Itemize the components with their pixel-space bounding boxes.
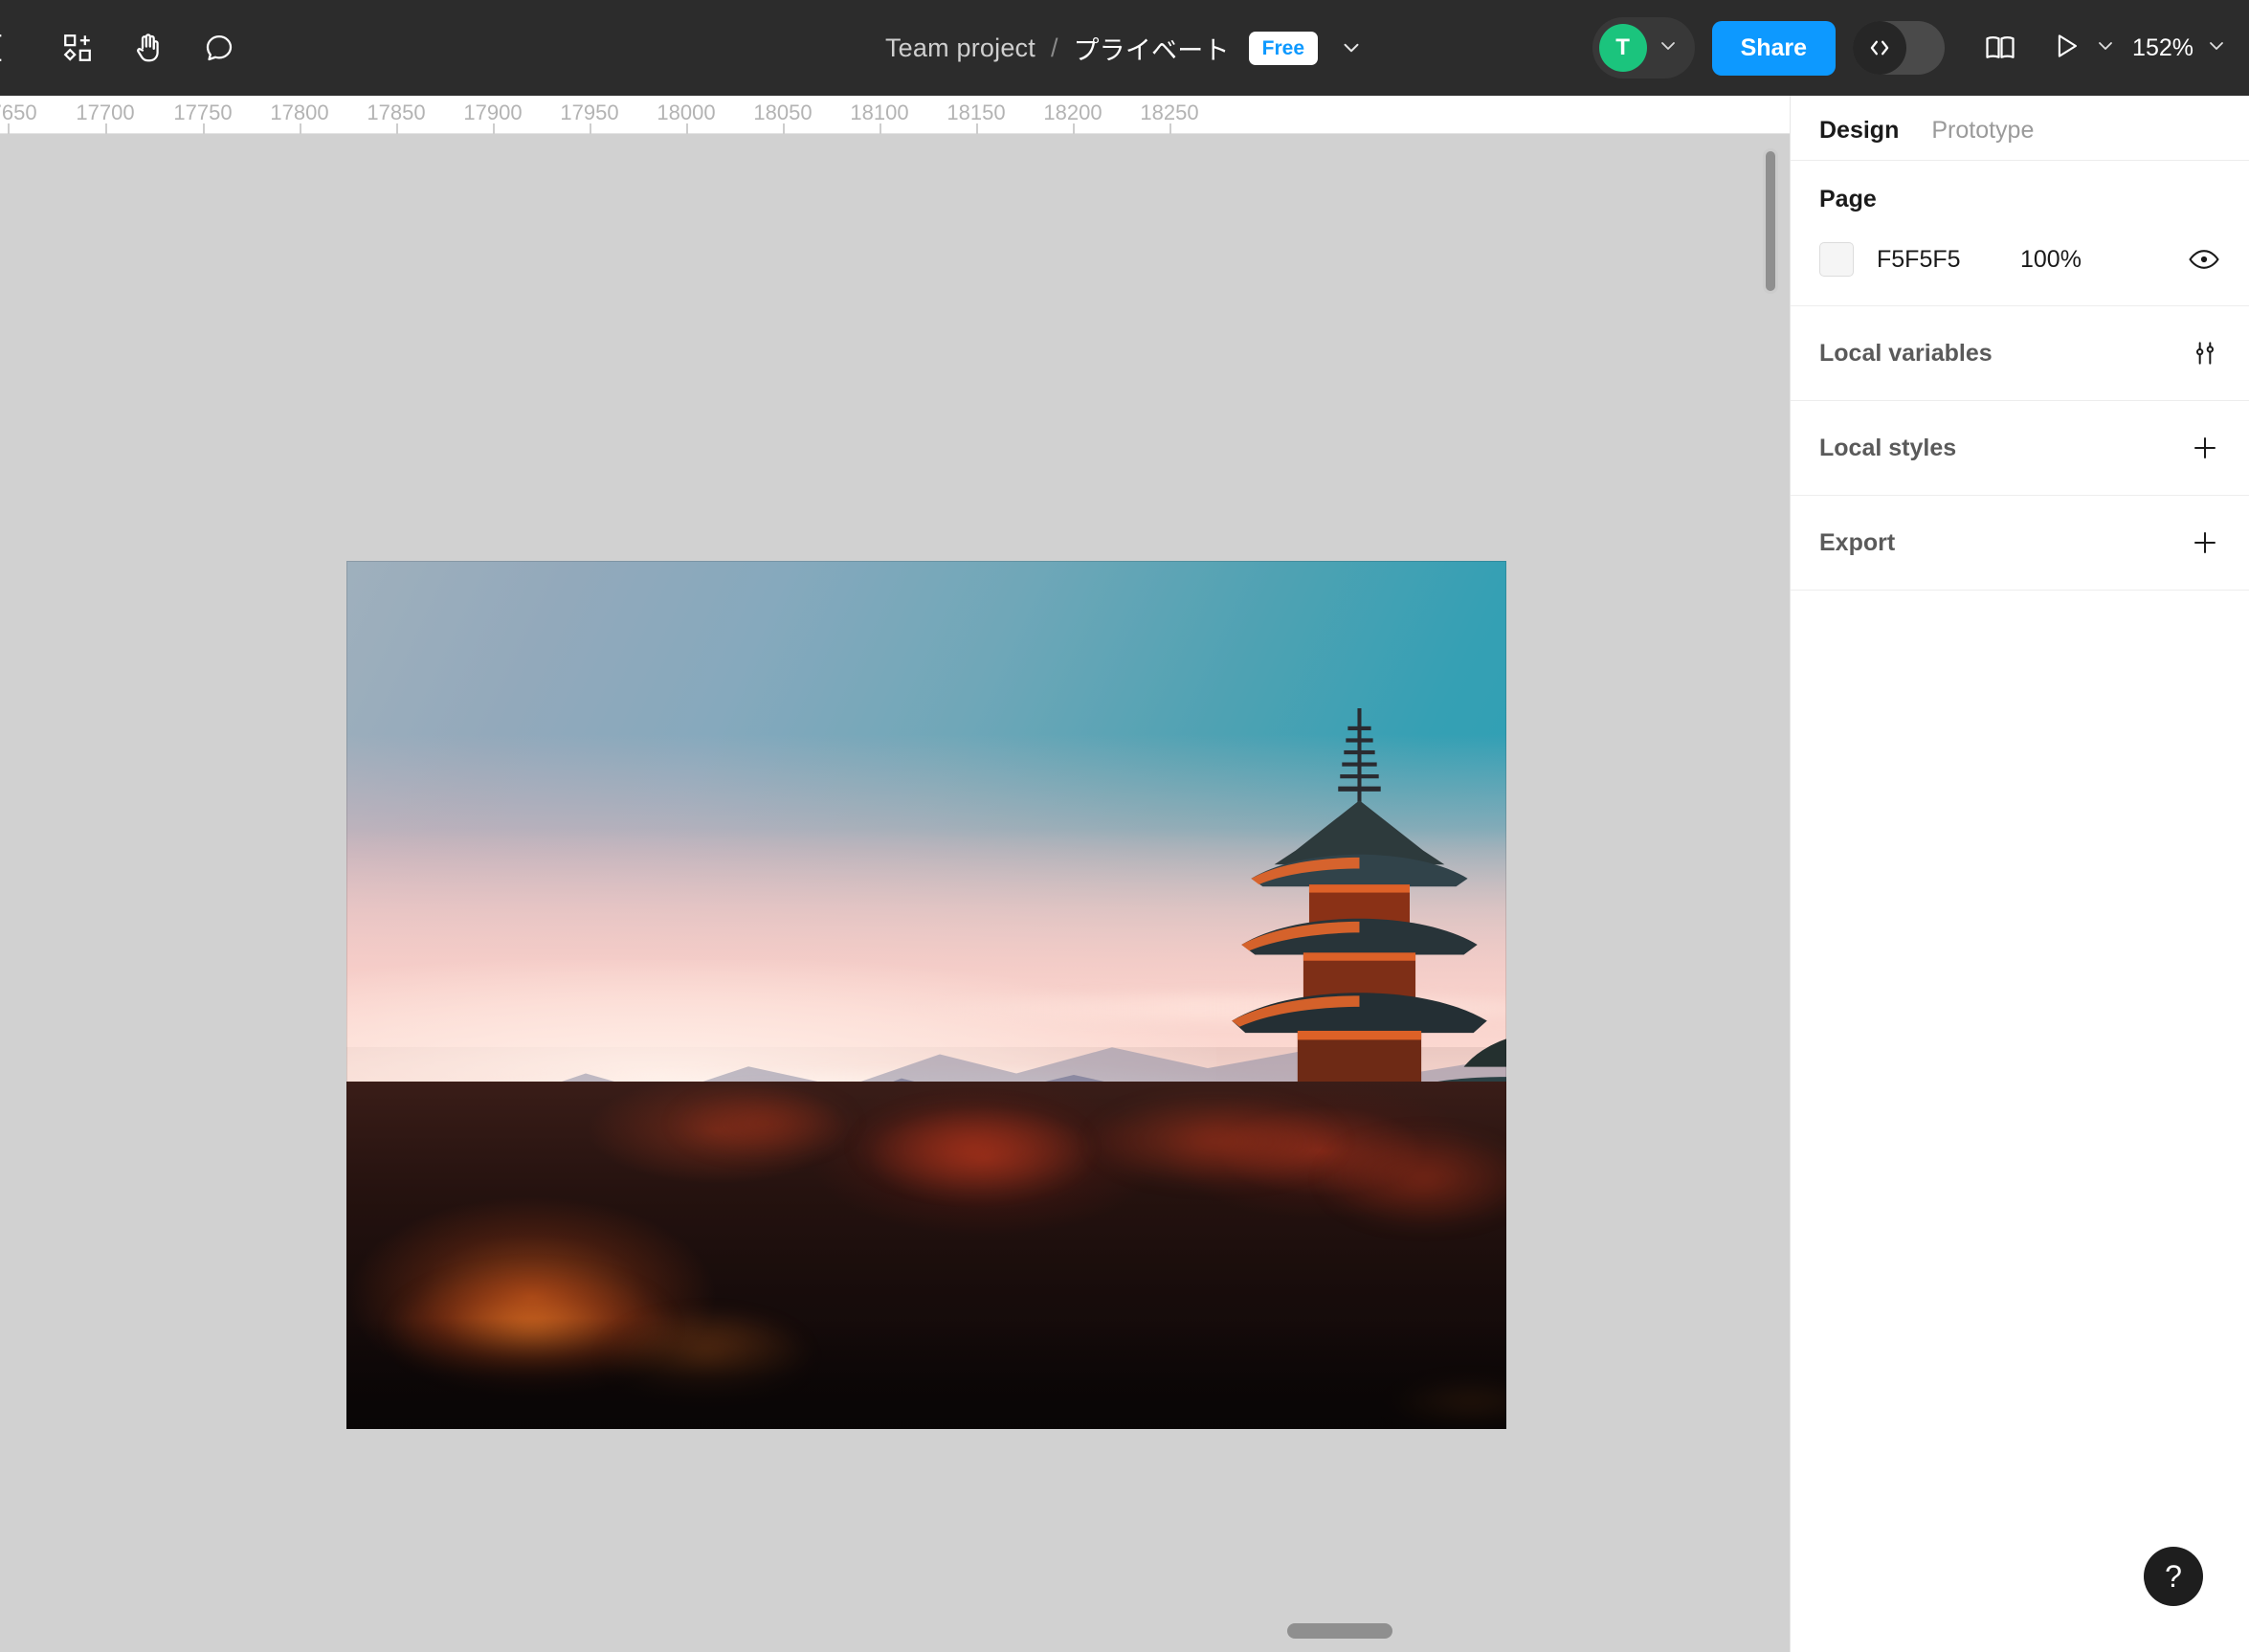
ruler-tick-mark: [1169, 123, 1171, 134]
zoom-control[interactable]: 152%: [2132, 34, 2228, 62]
ruler-tick-mark: [976, 123, 978, 134]
plus-icon[interactable]: [2190, 527, 2220, 558]
toolbar-right-group: T Share 152%: [1592, 0, 2228, 96]
breadcrumb-file-name[interactable]: プライベート: [1073, 30, 1229, 67]
ruler-tick-mark: [8, 123, 10, 134]
design-canvas[interactable]: [0, 134, 1790, 1652]
page-section-title: Page: [1819, 186, 1877, 212]
help-button[interactable]: ?: [2144, 1547, 2203, 1606]
plus-icon[interactable]: [2190, 433, 2220, 463]
ruler-tick-label: 18150: [946, 100, 1006, 124]
zoom-chevron-down-icon: [2205, 34, 2228, 62]
breadcrumb-chevron-down-icon[interactable]: [1339, 35, 1364, 60]
top-toolbar: Team project / プライベート Free T Share 152%: [0, 0, 2249, 96]
share-button[interactable]: Share: [1711, 20, 1837, 76]
ruler-tick-label: 18000: [657, 100, 716, 124]
frame-plus-icon[interactable]: [42, 12, 113, 83]
ruler-tick-mark: [686, 123, 688, 134]
local-styles-row[interactable]: Local styles: [1791, 401, 2249, 495]
ruler-tick-mark: [493, 123, 495, 134]
play-icon: [2050, 30, 2082, 67]
ruler-tick-label: 18200: [1043, 100, 1102, 124]
avatar: T: [1598, 24, 1647, 72]
sliders-icon[interactable]: [2190, 338, 2220, 368]
plan-badge-free[interactable]: Free: [1248, 31, 1319, 65]
ruler-tick-mark: [105, 123, 107, 134]
local-variables-label: Local variables: [1819, 339, 1993, 367]
right-properties-panel: Design Prototype Page F5F5F5 100% Local …: [1790, 96, 2249, 1652]
ruler-tick-label: 17700: [76, 100, 135, 124]
zoom-level-label: 152%: [2132, 33, 2193, 61]
code-icon: [1853, 21, 1907, 75]
ruler-tick-label: 17850: [367, 100, 426, 124]
present-chevron-down-icon[interactable]: [2094, 34, 2117, 62]
user-avatar-menu[interactable]: T: [1592, 17, 1695, 78]
export-row[interactable]: Export: [1791, 496, 2249, 590]
ruler-tick-mark: [300, 123, 301, 134]
ruler-tick-label: 17650: [0, 100, 37, 124]
ruler-tick-label: 17900: [463, 100, 523, 124]
ruler-tick-label: 17800: [270, 100, 329, 124]
tab-design[interactable]: Design: [1819, 117, 1899, 145]
ruler-tick-mark: [203, 123, 205, 134]
ruler-tick-label: 17950: [560, 100, 619, 124]
image-frame[interactable]: [346, 561, 1506, 1429]
figma-app-window: Team project / プライベート Free T Share 152% …: [0, 0, 2249, 1652]
ruler-tick-mark: [1073, 123, 1075, 134]
ruler-tick-mark: [783, 123, 785, 134]
local-styles-section: Local styles: [1791, 400, 2249, 495]
page-fill-row: F5F5F5 100%: [1791, 213, 2249, 305]
page-fill-swatch[interactable]: [1819, 242, 1854, 277]
breadcrumb-team[interactable]: Team project: [885, 33, 1035, 63]
panel-tab-bar: Design Prototype: [1791, 96, 2249, 160]
ruler-tick-label: 18050: [753, 100, 813, 124]
tab-prototype[interactable]: Prototype: [1931, 117, 2034, 145]
ruler-tick-mark: [880, 123, 881, 134]
toolbar-tool-group: [0, 0, 255, 96]
page-fill-hex[interactable]: F5F5F5: [1877, 246, 2020, 274]
avatar-chevron-down-icon: [1657, 34, 1680, 62]
ruler-tick-label: 18250: [1140, 100, 1199, 124]
local-variables-row[interactable]: Local variables: [1791, 306, 2249, 400]
page-section: Page F5F5F5 100%: [1791, 160, 2249, 305]
ruler-tick-mark: [396, 123, 398, 134]
export-section: Export: [1791, 495, 2249, 590]
autumn-foliage-foreground: [346, 1082, 1506, 1429]
page-fill-opacity[interactable]: 100%: [2020, 246, 2082, 274]
breadcrumb-separator: /: [1050, 33, 1058, 62]
kyoto-pagoda-sunset-photo: [346, 561, 1506, 1429]
ruler-tick-mark: [590, 123, 591, 134]
horizontal-scrollbar[interactable]: [1287, 1623, 1392, 1639]
horizontal-ruler[interactable]: 17650 17700 17750 17800 17850 17900 17950 18000…: [0, 96, 1790, 134]
hand-icon[interactable]: [113, 12, 184, 83]
export-label: Export: [1819, 528, 1896, 556]
vertical-scrollbar[interactable]: [1763, 148, 1778, 294]
local-styles-label: Local styles: [1819, 434, 1957, 461]
move-tool-icon[interactable]: [0, 12, 42, 83]
ruler-tick-label: 18100: [850, 100, 909, 124]
eye-icon[interactable]: [2188, 243, 2220, 276]
local-variables-section: Local variables: [1791, 305, 2249, 400]
ruler-tick-label: 17750: [173, 100, 233, 124]
present-button[interactable]: [2050, 30, 2117, 67]
dev-mode-toggle[interactable]: [1853, 21, 1946, 75]
book-icon[interactable]: [1971, 19, 2029, 77]
foliage-shadow: [346, 1317, 1506, 1429]
panel-bottom-divider: [1791, 590, 2249, 591]
comment-bubble-icon[interactable]: [184, 12, 255, 83]
